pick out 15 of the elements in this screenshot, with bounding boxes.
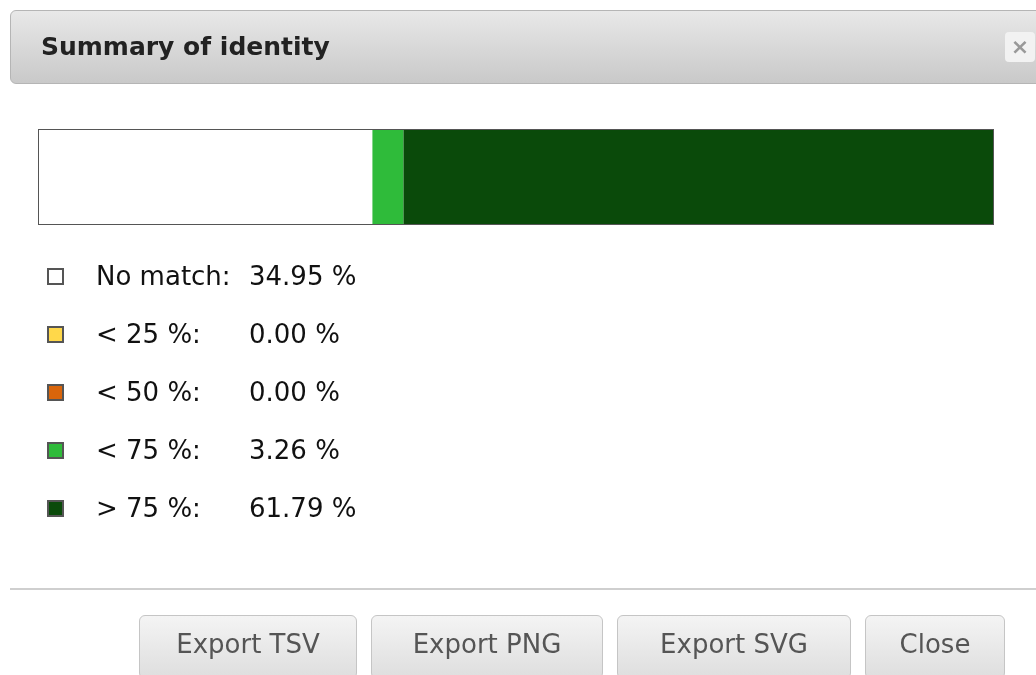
legend-value: 34.95 %: [249, 259, 357, 293]
legend-label: > 75 %:: [96, 491, 202, 525]
legend-label: < 75 %:: [96, 433, 202, 467]
dialog-button[interactable]: Export PNG: [371, 615, 603, 675]
legend-value: 61.79 %: [249, 491, 357, 525]
legend-label: < 25 %:: [96, 317, 202, 351]
dialog-button[interactable]: Export SVG: [617, 615, 851, 675]
dialog-title: Summary of identity: [41, 31, 330, 64]
legend-label: < 50 %:: [96, 375, 202, 409]
dialog-button[interactable]: Close: [865, 615, 1005, 675]
dialog-button[interactable]: Export TSV: [139, 615, 357, 675]
legend-label: No match:: [96, 259, 232, 293]
legend-value: 0.00 %: [249, 317, 340, 351]
legend-value: 3.26 %: [249, 433, 340, 467]
legend-value: 0.00 %: [249, 375, 340, 409]
